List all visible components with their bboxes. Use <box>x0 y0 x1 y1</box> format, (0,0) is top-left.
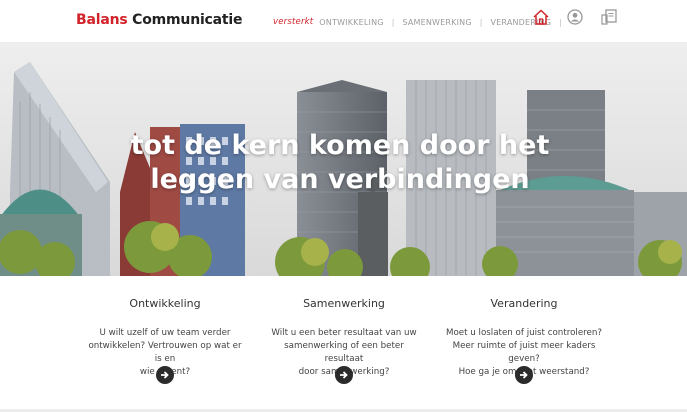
header-icons <box>530 8 620 26</box>
logo-part-communicatie: Communicatie <box>132 12 243 28</box>
logo-part-balans: Balans <box>76 12 128 28</box>
nav-separator: | <box>391 17 395 27</box>
feature-text-line: ontwikkelen? Vertrouwen op wat er is en <box>88 341 242 364</box>
hero-title: tot de kern komen door het leggen van ve… <box>110 129 570 197</box>
feature-text-line: samenwerking of een beter resultaat <box>284 341 404 364</box>
feature-text-line: Moet u loslaten of juist controleren? <box>445 328 603 338</box>
arrow-right-icon <box>340 371 348 379</box>
feature-text-line: Wilt u een beter resultaat van uw <box>271 328 417 338</box>
feature-title: Ontwikkeling <box>129 297 201 310</box>
nav-tagline: versterkt <box>273 17 314 27</box>
site-header: Balans Communicatie versterkt ONTWIKKELI… <box>0 0 687 42</box>
nav-item-samenwerking[interactable]: SAMENWERKING <box>402 18 471 27</box>
features-section: Ontwikkeling U wilt uzelf of uw team ver… <box>0 276 687 412</box>
ontwikkeling-arrow-button[interactable] <box>156 366 174 384</box>
feature-title: Verandering <box>490 297 558 310</box>
verandering-arrow-button[interactable] <box>515 366 533 384</box>
main-nav: versterkt ONTWIKKELING | SAMENWERKING | … <box>273 15 570 29</box>
nav-separator: | <box>479 17 483 27</box>
site-logo[interactable]: Balans Communicatie <box>76 12 242 28</box>
feature-title: Samenwerking <box>303 297 385 310</box>
samenwerking-arrow-button[interactable] <box>335 366 353 384</box>
hero-title-line-2: leggen van verbindingen <box>150 164 530 195</box>
home-icon[interactable] <box>530 8 552 26</box>
hero-banner: tot de kern komen door het leggen van ve… <box>0 42 687 276</box>
hero-title-line-1: tot de kern komen door het <box>130 130 550 161</box>
arrow-right-icon <box>520 371 528 379</box>
arrow-right-icon <box>161 371 169 379</box>
feature-text-line: U wilt uzelf of uw team verder <box>99 328 231 338</box>
nav-item-ontwikkeling[interactable]: ONTWIKKELING <box>319 18 383 27</box>
document-icon[interactable] <box>598 8 620 26</box>
feature-text-line: Meer ruimte of juist meer kaders geven? <box>452 341 596 364</box>
user-icon[interactable] <box>564 8 586 26</box>
